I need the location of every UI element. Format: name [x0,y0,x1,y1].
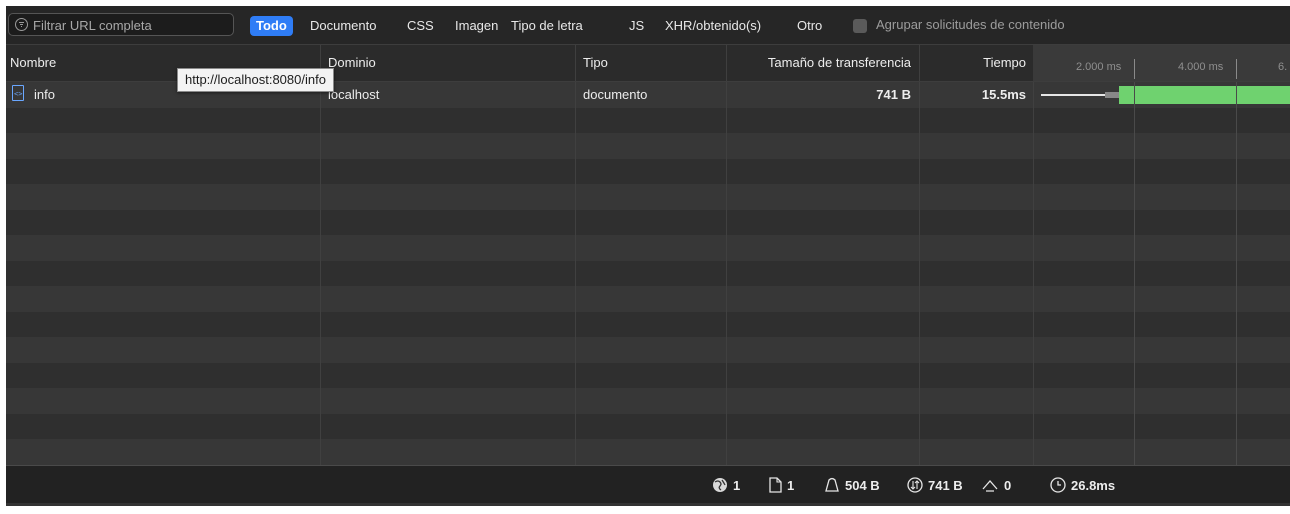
tab-js[interactable]: JS [629,17,644,36]
empty-row [6,286,1290,312]
status-resources-size: 504 B [824,477,880,493]
document-icon [769,477,782,493]
request-domain: localhost [328,87,380,102]
document-code-icon: <> [12,85,24,101]
empty-row [6,107,1290,133]
empty-row [6,337,1290,363]
column-divider[interactable] [726,45,727,81]
status-bar: 1 1 504 B 741 B 0 26.8ms [6,465,1290,504]
column-header-name[interactable]: Nombre [10,55,56,70]
tab-xhr-fetch[interactable]: XHR/obtenido(s) [665,17,761,36]
empty-row [6,158,1290,184]
empty-row [6,413,1290,439]
empty-row [6,311,1290,337]
waterfall-wait-line [1041,94,1105,96]
filter-box[interactable] [8,13,234,36]
tab-other[interactable]: Otro [797,17,822,36]
empty-row [6,260,1290,286]
column-grid-line [1236,82,1237,465]
status-transferred: 741 B [907,477,963,493]
column-divider[interactable] [575,45,576,81]
tab-all[interactable]: Todo [250,16,293,36]
column-grid-line [320,82,321,465]
empty-row [6,209,1290,235]
transfer-icon [907,477,923,493]
redirect-icon [982,480,998,492]
empty-row [6,388,1290,414]
timeline-header[interactable]: 2.000 ms 4.000 ms 6. [1033,45,1290,81]
status-redirects-count: 0 [1004,478,1012,493]
empty-row [6,439,1290,465]
network-toolbar: Todo Documento CSS Imagen Tipo de letra … [6,6,1290,45]
waterfall-connect-segment [1105,92,1119,98]
timeline-tick-label: 2.000 ms [1076,61,1122,73]
group-requests-label[interactable]: Agrupar solicitudes de contenido [876,17,1065,32]
timeline-tick-mark [1236,59,1237,79]
column-divider[interactable] [919,45,920,81]
status-transferred-value: 741 B [928,478,963,493]
group-requests-checkbox[interactable] [853,19,867,33]
globe-icon [713,478,727,492]
column-header-size[interactable]: Tamaño de transferencia [768,55,911,70]
filter-url-input[interactable] [33,16,229,34]
url-tooltip: http://localhost:8080/info [177,68,334,92]
request-size: 741 B [876,87,911,102]
status-load-time-value: 26.8ms [1071,478,1116,493]
status-resources-size-value: 504 B [845,478,880,493]
waterfall-bar [1119,86,1290,104]
request-name: info [34,87,55,102]
tab-css[interactable]: CSS [407,17,434,36]
timeline-tick-mark [1134,59,1135,79]
column-header-type[interactable]: Tipo [583,55,608,70]
status-requests-count: 1 [733,478,741,493]
timeline-tick-label: 4.000 ms [1178,61,1224,73]
timeline-tick-label: 6. [1278,61,1288,73]
column-header-domain[interactable]: Dominio [328,55,376,70]
empty-row [6,184,1290,210]
clock-icon [1050,477,1066,493]
request-time: 15.5ms [981,87,1026,102]
column-grid-line [575,82,576,465]
column-grid-line [1134,82,1135,465]
tab-document[interactable]: Documento [310,17,376,36]
tab-font[interactable]: Tipo de letra [511,17,583,36]
status-load-time: 26.8ms [1050,477,1115,493]
column-grid-line [1033,82,1034,465]
column-header-time[interactable]: Tiempo [983,55,1026,70]
column-grid-line [919,82,920,465]
panel-bottom-edge [6,503,1290,506]
empty-row [6,362,1290,388]
column-grid-line [726,82,727,465]
status-requests: 1 [712,477,740,493]
request-list: <> info localhost documento 741 B 15.5ms [6,82,1290,465]
network-panel: Todo Documento CSS Imagen Tipo de letra … [6,6,1290,506]
status-documents: 1 [768,477,794,493]
weight-icon [825,477,839,492]
tab-image[interactable]: Imagen [455,17,498,36]
empty-row [6,235,1290,261]
request-type: documento [583,87,648,102]
filter-icon [15,18,28,31]
status-documents-count: 1 [787,478,795,493]
status-redirects: 0 [981,477,1011,493]
empty-row [6,133,1290,159]
